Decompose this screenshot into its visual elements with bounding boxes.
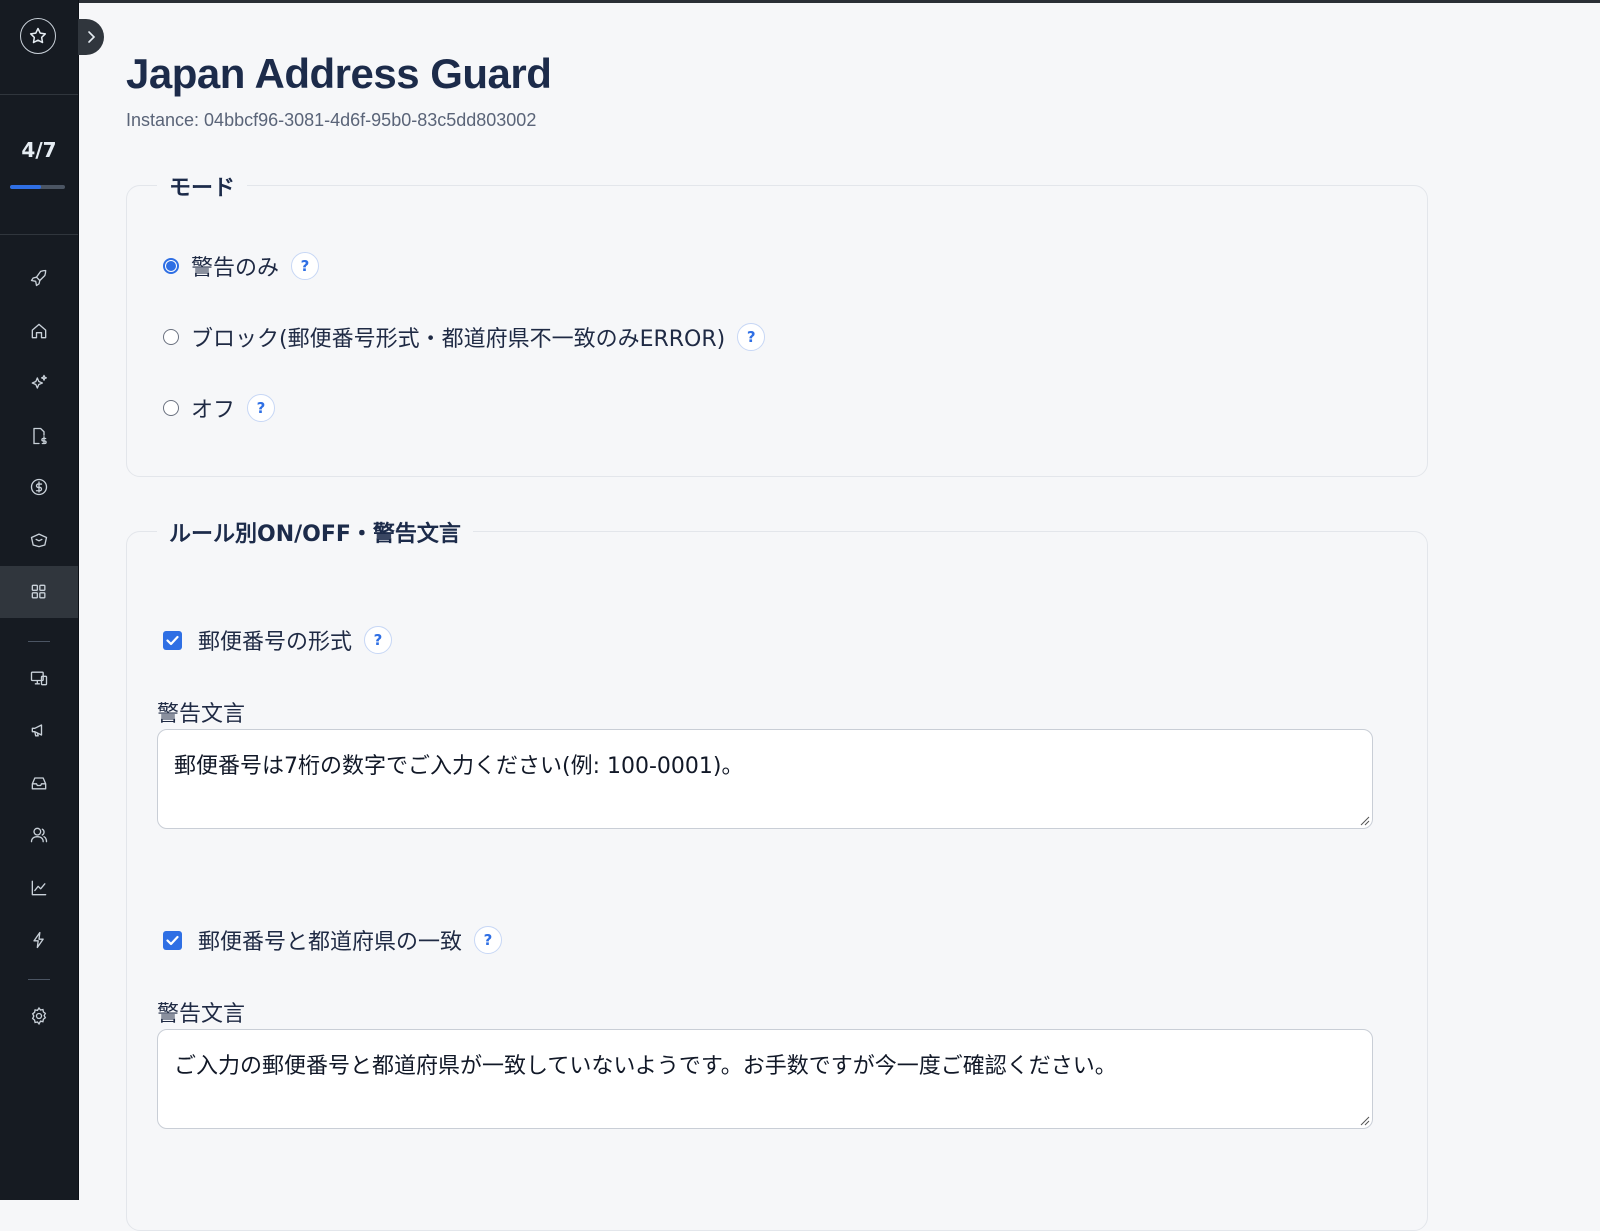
nav-dollar-circle-icon[interactable] [0, 461, 78, 513]
mode-radio-block[interactable] [163, 329, 179, 345]
rule-label: 郵便番号の形式 [198, 630, 353, 655]
mode-option-off[interactable]: オフ ? [163, 392, 276, 424]
nav-home-icon[interactable] [0, 305, 78, 357]
rule-postal-format-checkbox[interactable] [163, 630, 182, 650]
mode-option-label: オフ [191, 398, 236, 423]
nav-bolt-icon[interactable] [0, 914, 78, 966]
nav-inbox-icon[interactable] [0, 757, 78, 809]
warning-message-label: 警告文言 [157, 702, 246, 727]
rule-postal-format[interactable]: 郵便番号の形式 ? [163, 624, 393, 656]
postal-prefecture-message-textarea[interactable]: ご入力の郵便番号と都道府県が一致していないようです。お手数ですが今一度ご確認くだ… [157, 1029, 1373, 1129]
resize-handle-icon[interactable] [1360, 1116, 1370, 1126]
mode-radio-off[interactable] [163, 400, 179, 416]
resize-handle-icon[interactable] [1360, 816, 1370, 826]
setup-progress-bar [10, 185, 65, 189]
help-icon[interactable]: ? [291, 252, 320, 280]
checkmark-icon [166, 635, 179, 645]
help-icon[interactable]: ? [364, 626, 393, 654]
mode-option-block[interactable]: ブロック(郵便番号形式・都道府県不一致のみERROR) ? [163, 321, 766, 353]
rule-postal-prefecture-match[interactable]: 郵便番号と都道府県の一致 ? [163, 924, 503, 956]
mode-option-warning-only[interactable]: 警告のみ ? [163, 250, 320, 282]
nav-invoice-dollar-icon[interactable] [0, 410, 78, 462]
nav-megaphone-icon[interactable] [0, 704, 78, 756]
setup-progress-fill [10, 185, 42, 189]
nav-rocket-icon[interactable] [0, 252, 78, 304]
mode-radio-warning-only[interactable] [163, 258, 179, 274]
sidebar-divider [0, 94, 78, 95]
rule-postal-prefecture-checkbox[interactable] [163, 930, 182, 950]
help-icon[interactable]: ? [247, 394, 276, 422]
nav-sparkles-icon[interactable] [0, 357, 78, 409]
sidebar-divider [0, 234, 78, 235]
help-icon[interactable]: ? [737, 323, 766, 351]
instance-id: Instance: 04bbcf96-3081-4d6f-95b0-83c5dd… [126, 110, 537, 130]
sidebar-separator [28, 641, 50, 642]
mode-option-label: ブロック(郵便番号形式・都道府県不一致のみERROR) [191, 327, 726, 352]
page-title: Japan Address Guard [126, 50, 552, 97]
rule-label: 郵便番号と都道府県の一致 [198, 930, 463, 955]
textarea-value: ご入力の郵便番号と都道府県が一致していないようです。お手数ですが今一度ご確認くだ… [174, 1054, 1117, 1079]
help-icon[interactable]: ? [474, 926, 503, 954]
rules-legend: ルール別ON/OFF・警告文言 [157, 516, 473, 548]
warning-message-label: 警告文言 [157, 1002, 246, 1027]
main-content: Japan Address Guard Instance: 04bbcf96-3… [78, 0, 1600, 1231]
checkmark-icon [166, 935, 179, 945]
setup-progress-label: 4/7 [21, 138, 57, 162]
nav-users-icon[interactable] [0, 809, 78, 861]
textarea-value: 郵便番号は7桁の数字でご入力ください(例: 100-0001)。 [174, 754, 744, 779]
sidebar-separator [28, 979, 50, 980]
nav-tickets-icon[interactable] [0, 514, 78, 566]
postal-format-message-textarea[interactable]: 郵便番号は7桁の数字でご入力ください(例: 100-0001)。 [157, 729, 1373, 829]
mode-panel: モード 警告のみ ? ブロック(郵便番号形式・都道府県不一致のみERROR) ?… [126, 170, 1428, 477]
sidebar: 4/7 [0, 0, 79, 1200]
mode-option-label: 警告のみ [191, 256, 280, 281]
rules-panel: ルール別ON/OFF・警告文言 郵便番号の形式 ? 警告文言 郵便番号は7桁の数… [126, 516, 1428, 1231]
nav-gear-icon[interactable] [0, 990, 78, 1042]
nav-chart-line-icon[interactable] [0, 862, 78, 914]
nav-devices-icon[interactable] [0, 652, 78, 704]
star-logo-icon[interactable] [20, 18, 56, 54]
mode-legend: モード [157, 170, 248, 202]
nav-apps-icon[interactable] [0, 566, 78, 618]
